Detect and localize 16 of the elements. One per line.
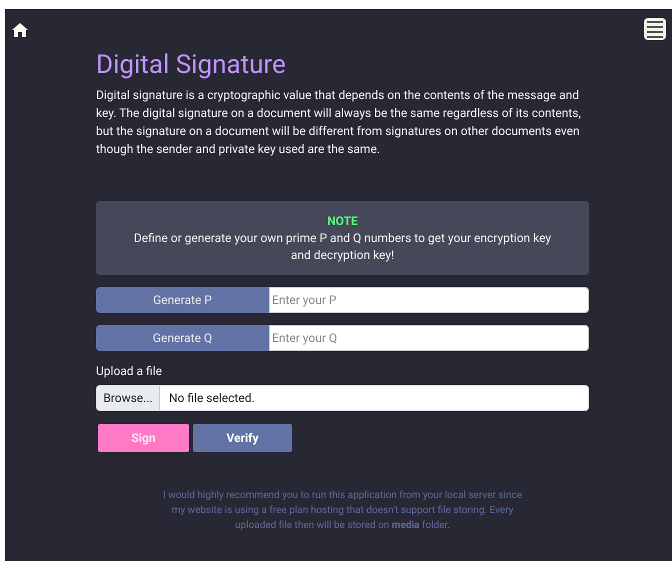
number-field[interactable]: Enter your P (269, 287, 589, 313)
verify-button[interactable]: Verify (193, 424, 292, 452)
number-field[interactable]: Enter your Q (269, 325, 589, 351)
file-status: No file selected. (169, 390, 255, 407)
upload-label: Upload a file (96, 364, 163, 378)
browse-button[interactable]: Browse... (97, 386, 160, 410)
file-field[interactable]: Browse... No file selected. (96, 385, 589, 411)
generate-button[interactable]: Generate Q (96, 325, 269, 351)
generate-button[interactable]: Generate P (96, 287, 269, 313)
page-title: Digital Signature (96, 49, 287, 81)
note-heading: NOTE (327, 212, 358, 230)
note-text: Define or generate your own prime P and Q numbers to get your encryption key and decryption key! (132, 230, 552, 264)
footer-note: I would highly recommend you to run this application from your local server since my website is using a free plan hosting that doesn't support file storing. Every uploaded file then will be stored on media folder. (162, 489, 524, 533)
description-text: Digital signature is a cryptographic value that depends on the contents of the message and key. The digital signature on a document will always be the same regardless of its contents, but the signature on a document will be different from signatures on other documents even though the sender and private key used are the same. (96, 87, 582, 158)
menu-button[interactable] (644, 18, 666, 40)
home-icon[interactable] (11, 22, 29, 38)
